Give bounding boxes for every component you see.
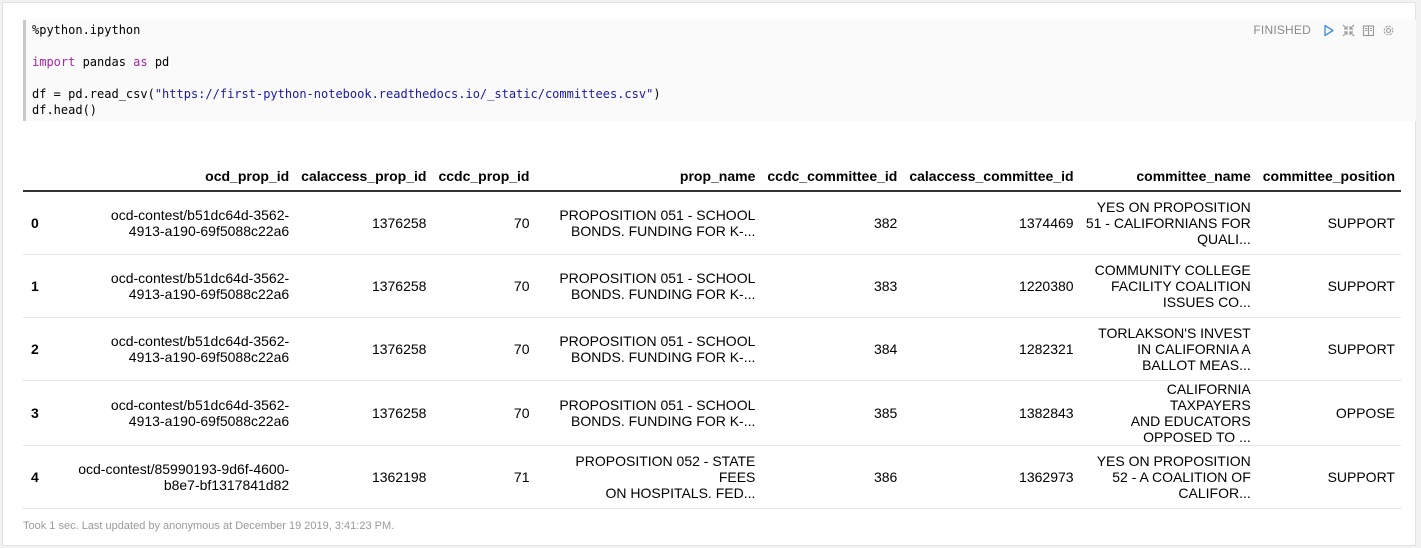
row-index: 1	[23, 254, 45, 318]
table-row: 0 ocd-contest/b51dc64d-3562- 4913-a190-6…	[23, 191, 1401, 255]
table-cell: 1282321	[903, 317, 1080, 381]
column-header: prop_name	[535, 161, 762, 192]
table-cell: COMMUNITY COLLEGE FACILITY COALITION ISS…	[1079, 254, 1257, 318]
table-cell: PROPOSITION 052 - STATE FEES ON HOSPITAL…	[535, 445, 762, 509]
table-cell: CALIFORNIA TAXPAYERS AND EDUCATORS OPPOS…	[1079, 380, 1257, 446]
table-row: 3 ocd-contest/b51dc64d-3562- 4913-a190-6…	[23, 380, 1401, 446]
table-cell: 383	[761, 254, 904, 318]
row-index: 3	[23, 380, 45, 446]
table-row: 2 ocd-contest/b51dc64d-3562- 4913-a190-6…	[23, 317, 1401, 381]
table-cell: SUPPORT	[1256, 317, 1401, 381]
table-cell: 70	[432, 317, 536, 381]
table-cell: ocd-contest/b51dc64d-3562- 4913-a190-69f…	[44, 254, 296, 318]
code-text: %python.ipython	[32, 23, 141, 37]
code-line: import pandas as pd	[32, 54, 169, 70]
table-row: 1 ocd-contest/b51dc64d-3562- 4913-a190-6…	[23, 254, 1401, 318]
table-cell: SUPPORT	[1256, 254, 1401, 318]
row-index: 2	[23, 317, 45, 381]
column-header: calaccess_prop_id	[295, 161, 433, 192]
table-cell: 1376258	[295, 380, 433, 446]
code-text: df = pd.read_csv(	[32, 87, 155, 101]
table-cell: 70	[432, 380, 536, 446]
code-line: df = pd.read_csv("https://first-python-n…	[32, 86, 661, 102]
code-text: pd	[147, 55, 170, 69]
run-icon[interactable]	[1322, 24, 1335, 37]
table-cell: 70	[432, 191, 536, 255]
dataframe-table: ocd_prop_id calaccess_prop_id ccdc_prop_…	[23, 161, 1401, 509]
column-header: committee_name	[1079, 161, 1257, 192]
table-cell: YES ON PROPOSITION 51 - CALIFORNIANS FOR…	[1079, 191, 1257, 255]
column-header	[23, 161, 45, 192]
paragraph-controls: FINISHED	[1253, 23, 1395, 37]
table-header-row: ocd_prop_id calaccess_prop_id ccdc_prop_…	[23, 161, 1401, 192]
table-cell: 1374469	[903, 191, 1080, 255]
table-cell: 1382843	[903, 380, 1080, 446]
table-cell: 1376258	[295, 317, 433, 381]
table-cell: ocd-contest/b51dc64d-3562- 4913-a190-69f…	[44, 380, 296, 446]
table-cell: 382	[761, 191, 904, 255]
column-header: calaccess_committee_id	[903, 161, 1080, 192]
code-line: %python.ipython	[32, 22, 140, 38]
code-editor[interactable]: %python.ipython import pandas as pd df =…	[23, 20, 1416, 121]
gear-icon[interactable]	[1382, 24, 1395, 37]
table-cell: 385	[761, 380, 904, 446]
table-row: 4 ocd-contest/85990193-9d6f-4600- b8e7-b…	[23, 445, 1401, 509]
row-index: 0	[23, 191, 45, 255]
column-header: ocd_prop_id	[44, 161, 296, 192]
table-cell: 1376258	[295, 254, 433, 318]
table-cell: PROPOSITION 051 - SCHOOL BONDS. FUNDING …	[535, 317, 762, 381]
table-cell: 1362973	[903, 445, 1080, 509]
table-cell: 1376258	[295, 191, 433, 255]
row-index: 4	[23, 445, 45, 509]
table-cell: PROPOSITION 051 - SCHOOL BONDS. FUNDING …	[535, 380, 762, 446]
table-cell: 384	[761, 317, 904, 381]
table-cell: OPPOSE	[1256, 380, 1401, 446]
status-label: FINISHED	[1253, 23, 1311, 37]
code-text: df.head()	[32, 103, 98, 117]
table-cell: YES ON PROPOSITION 52 - A COALITION OF C…	[1079, 445, 1257, 509]
code-text: )	[653, 87, 661, 101]
table-cell: ocd-contest/85990193-9d6f-4600- b8e7-bf1…	[44, 445, 296, 509]
table-cell: 1362198	[295, 445, 433, 509]
column-header: committee_position	[1256, 161, 1401, 192]
table-cell: 1220380	[903, 254, 1080, 318]
code-text: pandas	[75, 55, 134, 69]
table-cell: SUPPORT	[1256, 191, 1401, 255]
book-icon[interactable]	[1362, 24, 1375, 37]
notebook-paragraph: %python.ipython import pandas as pd df =…	[2, 2, 1416, 546]
table-cell: TORLAKSON'S INVEST IN CALIFORNIA A BALLO…	[1079, 317, 1257, 381]
table-cell: 386	[761, 445, 904, 509]
table-cell: 71	[432, 445, 536, 509]
column-header: ccdc_committee_id	[761, 161, 904, 192]
table-cell: PROPOSITION 051 - SCHOOL BONDS. FUNDING …	[535, 191, 762, 255]
collapse-icon[interactable]	[1342, 24, 1355, 37]
code-line: df.head()	[32, 102, 97, 118]
code-keyword: as	[133, 55, 148, 69]
paragraph-footer: Took 1 sec. Last updated by anonymous at…	[23, 520, 395, 532]
column-header: ccdc_prop_id	[432, 161, 536, 192]
table-cell: ocd-contest/b51dc64d-3562- 4913-a190-69f…	[44, 191, 296, 255]
table-cell: 70	[432, 254, 536, 318]
code-keyword: import	[32, 55, 76, 69]
code-string: "https://first-python-notebook.readthedo…	[154, 87, 654, 101]
table-cell: ocd-contest/b51dc64d-3562- 4913-a190-69f…	[44, 317, 296, 381]
table-cell: SUPPORT	[1256, 445, 1401, 509]
table-cell: PROPOSITION 051 - SCHOOL BONDS. FUNDING …	[535, 254, 762, 318]
